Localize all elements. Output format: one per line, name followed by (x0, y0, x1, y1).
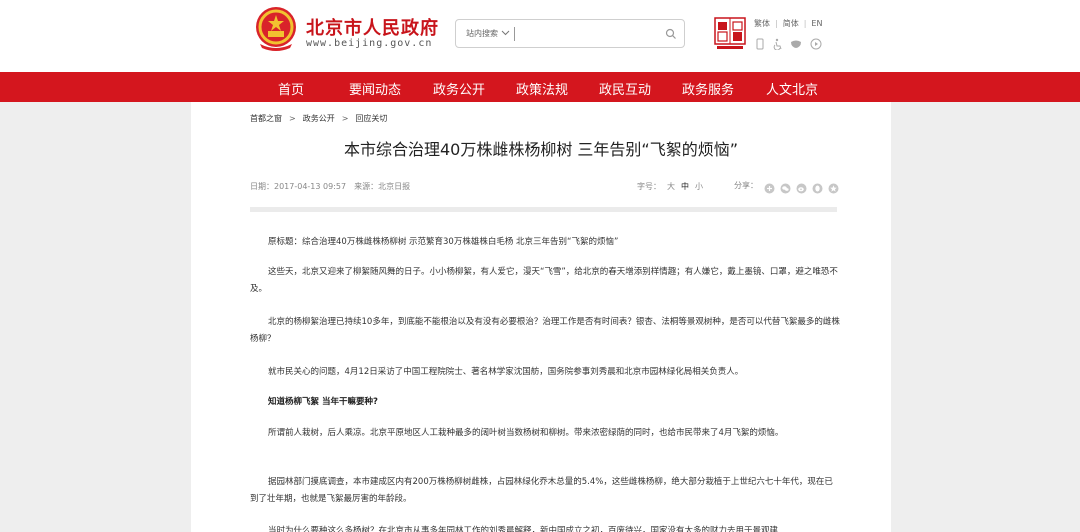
share-qzone-icon[interactable] (828, 179, 839, 194)
site-name[interactable]: 北京市人民政府 (306, 14, 439, 40)
national-emblem-icon[interactable] (254, 6, 298, 52)
lang-english-link[interactable]: EN (811, 19, 822, 28)
search-scope-select[interactable]: 站内搜索 (466, 28, 498, 39)
font-size-label: 字号： (637, 182, 661, 191)
paragraph: 就市民关心的问题，4月12日采访了中国工程院院士、著名林学家沈国舫，国务院参事刘… (268, 367, 744, 377)
share-plus-icon[interactable] (764, 179, 775, 194)
lang-simplified-link[interactable]: 简体 (783, 18, 799, 29)
breadcrumb-current-link[interactable]: 回应关切 (355, 114, 387, 123)
article-meta: 日期：2017-04-13 09:57 来源：北京日报 (250, 181, 410, 192)
section-heading: 知道杨柳飞絮 当年干嘛要种? (268, 397, 378, 407)
site-header: 北京市人民政府 www.beijing.gov.cn 站内搜索 繁体 | 简体 | EN (0, 0, 1080, 72)
article-title: 本市综合治理40万株雌株杨柳树 三年告别“飞絮的烦恼” (343, 140, 739, 159)
nav-item-services[interactable]: 政务服务 (682, 79, 734, 98)
nav-item-culture[interactable]: 人文北京 (766, 79, 818, 98)
paragraph-original-title: 原标题：综合治理40万株雌株杨柳树 示范繁育30万株雄株白毛杨 北京三年告别“飞… (268, 237, 619, 247)
font-size-medium-button[interactable]: 中 (681, 182, 689, 191)
breadcrumb: 首都之窗 > 政务公开 > 回应关切 (250, 114, 388, 123)
search-divider (514, 27, 515, 41)
mask-icon[interactable] (790, 35, 802, 48)
search-box: 站内搜索 (455, 19, 685, 48)
capital-window-seal-icon[interactable] (714, 17, 746, 51)
share-qq-icon[interactable] (812, 179, 823, 194)
paragraph: 当时为什么要种这么多杨树？在北京市从事多年园林工作的刘秀晨解释，新中国成立之初，… (268, 526, 779, 532)
font-size-large-button[interactable]: 大 (667, 182, 675, 191)
paragraph: 据园林部门摸底调查，本市建成区内有200万株杨柳树雌株，占园林绿化乔木总量的5.… (250, 477, 833, 504)
search-input[interactable] (518, 25, 658, 43)
nav-item-news[interactable]: 要闻动态 (349, 79, 401, 98)
accessibility-tools (754, 35, 826, 51)
paragraph: 北京的杨柳絮治理已持续10多年，到底能不能根治以及有没有必要根治？治理工作是否有… (250, 317, 840, 344)
nav-item-affairs[interactable]: 政务公开 (433, 79, 485, 98)
search-icon[interactable] (665, 28, 677, 40)
share-wechat-icon[interactable] (780, 179, 791, 194)
nav-item-interaction[interactable]: 政民互动 (599, 79, 651, 98)
breadcrumb-affairs-link[interactable]: 政务公开 (303, 114, 335, 123)
paragraph: 所谓前人栽树，后人乘凉。北京平原地区人工栽种最多的阔叶树当数杨树和柳树。带来浓密… (268, 428, 784, 438)
meta-divider (250, 207, 837, 212)
article-date: 日期：2017-04-13 09:57 (250, 182, 347, 191)
site-url: www.beijing.gov.cn (306, 38, 433, 49)
lang-traditional-link[interactable]: 繁体 (754, 18, 770, 29)
play-icon[interactable] (810, 35, 822, 50)
accessibility-icon[interactable] (772, 35, 784, 51)
article-panel: 首都之窗 > 政务公开 > 回应关切 本市综合治理40万株雌株杨柳树 三年告别“飞絮的烦… (191, 102, 891, 532)
mobile-icon[interactable] (754, 35, 766, 50)
font-size-control: 字号： 大中小 (637, 181, 703, 192)
share-icons (764, 179, 840, 194)
share-label: 分享： (734, 181, 758, 190)
main-nav: 首页 要闻动态 政务公开 政策法规 政民互动 政务服务 人文北京 (0, 72, 1080, 102)
nav-item-home[interactable]: 首页 (278, 79, 304, 98)
breadcrumb-home-link[interactable]: 首都之窗 (250, 114, 282, 123)
language-switcher: 繁体 | 简体 | EN (754, 18, 823, 29)
share-weibo-icon[interactable] (796, 179, 807, 194)
font-size-small-button[interactable]: 小 (695, 182, 703, 191)
chevron-down-icon[interactable] (501, 28, 510, 37)
paragraph: 这些天，北京又迎来了柳絮随风舞的日子。小小杨柳絮，有人爱它，漫天“飞雪”，给北京… (250, 267, 838, 294)
nav-item-policies[interactable]: 政策法规 (516, 79, 568, 98)
article-source: 来源：北京日报 (354, 182, 411, 191)
